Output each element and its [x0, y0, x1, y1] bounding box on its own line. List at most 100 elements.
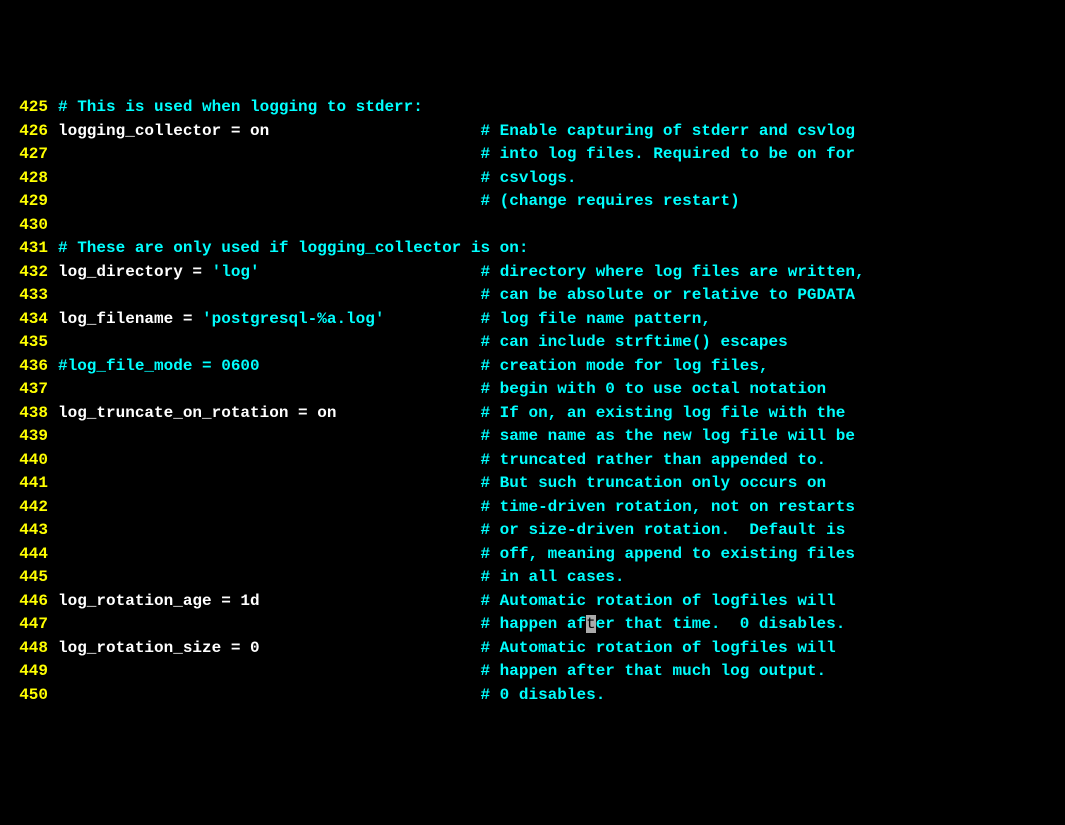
code-line[interactable]: 450 # 0 disables.: [0, 684, 1065, 708]
code-line[interactable]: 446log_rotation_age = 1d # Automatic rot…: [0, 590, 1065, 614]
text-segment: [384, 310, 480, 328]
line-content[interactable]: # or size-driven rotation. Default is: [58, 519, 845, 543]
text-segment: # into log files. Required to be on for: [480, 145, 854, 163]
line-content[interactable]: # in all cases.: [58, 566, 625, 590]
line-number: 436: [0, 355, 58, 379]
code-line[interactable]: 428 # csvlogs.: [0, 167, 1065, 191]
code-line[interactable]: 440 # truncated rather than appended to.: [0, 449, 1065, 473]
code-line[interactable]: 448log_rotation_size = 0 # Automatic rot…: [0, 637, 1065, 661]
line-number: 450: [0, 684, 58, 708]
code-line[interactable]: 426logging_collector = on # Enable captu…: [0, 120, 1065, 144]
code-line[interactable]: 425# This is used when logging to stderr…: [0, 96, 1065, 120]
text-segment: logging_collector = on: [58, 122, 480, 140]
line-content[interactable]: # 0 disables.: [58, 684, 605, 708]
text-segment: [58, 498, 480, 516]
line-number: 447: [0, 613, 58, 637]
line-number: 433: [0, 284, 58, 308]
text-segment: [58, 662, 480, 680]
text-segment: # happen af: [480, 615, 586, 633]
line-content[interactable]: log_rotation_age = 1d # Automatic rotati…: [58, 590, 836, 614]
code-line[interactable]: 427 # into log files. Required to be on …: [0, 143, 1065, 167]
text-segment: # This is used when logging to stderr:: [58, 98, 423, 116]
code-line[interactable]: 437 # begin with 0 to use octal notation: [0, 378, 1065, 402]
line-content[interactable]: logging_collector = on # Enable capturin…: [58, 120, 855, 144]
line-number: 439: [0, 425, 58, 449]
text-segment: # can be absolute or relative to PGDATA: [480, 286, 854, 304]
code-line[interactable]: 433 # can be absolute or relative to PGD…: [0, 284, 1065, 308]
line-content[interactable]: # (change requires restart): [58, 190, 740, 214]
line-number: 438: [0, 402, 58, 426]
line-content[interactable]: # can include strftime() escapes: [58, 331, 788, 355]
text-segment: [58, 192, 480, 210]
text-segment: [58, 427, 480, 445]
line-content[interactable]: log_filename = 'postgresql-%a.log' # log…: [58, 308, 711, 332]
code-line[interactable]: 445 # in all cases.: [0, 566, 1065, 590]
line-content[interactable]: # can be absolute or relative to PGDATA: [58, 284, 855, 308]
text-segment: [58, 286, 480, 304]
line-content[interactable]: # But such truncation only occurs on: [58, 472, 826, 496]
text-segment: # Automatic rotation of logfiles will: [480, 592, 835, 610]
text-segment: [58, 521, 480, 539]
code-line[interactable]: 444 # off, meaning append to existing fi…: [0, 543, 1065, 567]
line-number: 437: [0, 378, 58, 402]
line-number: 435: [0, 331, 58, 355]
text-segment: 'postgresql-%a.log': [202, 310, 384, 328]
text-segment: # These are only used if logging_collect…: [58, 239, 528, 257]
line-content[interactable]: log_rotation_size = 0 # Automatic rotati…: [58, 637, 836, 661]
text-segment: 'log': [212, 263, 260, 281]
text-segment: log_truncate_on_rotation = on: [58, 404, 480, 422]
code-line[interactable]: 432log_directory = 'log' # directory whe…: [0, 261, 1065, 285]
text-segment: # begin with 0 to use octal notation: [480, 380, 826, 398]
code-line[interactable]: 436#log_file_mode = 0600 # creation mode…: [0, 355, 1065, 379]
text-segment: # If on, an existing log file with the: [480, 404, 845, 422]
text-segment: # Enable capturing of stderr and csvlog: [480, 122, 854, 140]
line-number: 449: [0, 660, 58, 684]
line-number: 444: [0, 543, 58, 567]
code-line[interactable]: 429 # (change requires restart): [0, 190, 1065, 214]
line-content[interactable]: # off, meaning append to existing files: [58, 543, 855, 567]
code-line[interactable]: 434log_filename = 'postgresql-%a.log' # …: [0, 308, 1065, 332]
line-number: 426: [0, 120, 58, 144]
line-content[interactable]: # csvlogs.: [58, 167, 576, 191]
line-number: 432: [0, 261, 58, 285]
code-line[interactable]: 443 # or size-driven rotation. Default i…: [0, 519, 1065, 543]
code-line[interactable]: 442 # time-driven rotation, not on resta…: [0, 496, 1065, 520]
code-line[interactable]: 441 # But such truncation only occurs on: [0, 472, 1065, 496]
line-content[interactable]: # time-driven rotation, not on restarts: [58, 496, 855, 520]
text-segment: [58, 474, 480, 492]
code-line[interactable]: 447 # happen after that time. 0 disables…: [0, 613, 1065, 637]
line-number: 442: [0, 496, 58, 520]
text-segment: er that time. 0 disables.: [596, 615, 846, 633]
line-content[interactable]: # into log files. Required to be on for: [58, 143, 855, 167]
line-content[interactable]: # happen after that much log output.: [58, 660, 826, 684]
code-line[interactable]: 431# These are only used if logging_coll…: [0, 237, 1065, 261]
line-content[interactable]: # truncated rather than appended to.: [58, 449, 826, 473]
code-line[interactable]: 449 # happen after that much log output.: [0, 660, 1065, 684]
line-content[interactable]: log_truncate_on_rotation = on # If on, a…: [58, 402, 845, 426]
line-content[interactable]: log_directory = 'log' # directory where …: [58, 261, 865, 285]
text-segment: log_directory =: [58, 263, 212, 281]
text-segment: #log_file_mode = 0600 # creation mode fo…: [58, 357, 769, 375]
text-segment: [58, 380, 480, 398]
line-content[interactable]: # same name as the new log file will be: [58, 425, 855, 449]
code-line[interactable]: 438log_truncate_on_rotation = on # If on…: [0, 402, 1065, 426]
line-number: 440: [0, 449, 58, 473]
line-content[interactable]: # This is used when logging to stderr:: [58, 96, 423, 120]
text-cursor: t: [586, 615, 596, 633]
line-number: 441: [0, 472, 58, 496]
line-content[interactable]: # begin with 0 to use octal notation: [58, 378, 826, 402]
text-segment: [58, 568, 480, 586]
text-segment: [58, 686, 480, 704]
line-number: 430: [0, 214, 58, 238]
code-line[interactable]: 430: [0, 214, 1065, 238]
line-content[interactable]: # happen after that time. 0 disables.: [58, 613, 845, 637]
text-segment: # (change requires restart): [480, 192, 739, 210]
code-line[interactable]: 439 # same name as the new log file will…: [0, 425, 1065, 449]
line-content[interactable]: #log_file_mode = 0600 # creation mode fo…: [58, 355, 769, 379]
text-segment: # happen after that much log output.: [480, 662, 826, 680]
code-line[interactable]: 435 # can include strftime() escapes: [0, 331, 1065, 355]
line-content[interactable]: # These are only used if logging_collect…: [58, 237, 528, 261]
text-segment: [58, 333, 480, 351]
line-number: 443: [0, 519, 58, 543]
text-editor-view[interactable]: 425# This is used when logging to stderr…: [0, 96, 1065, 707]
